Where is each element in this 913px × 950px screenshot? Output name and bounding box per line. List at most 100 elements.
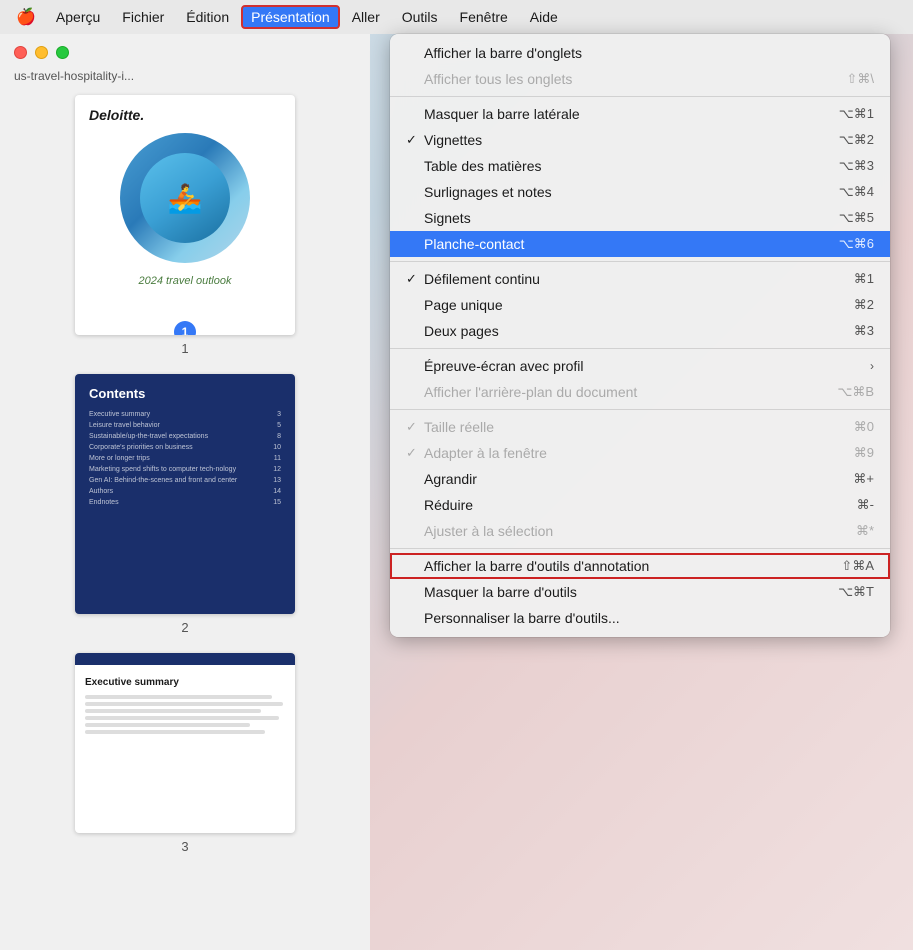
label-surlignages: Surlignages et notes <box>424 184 819 200</box>
menubar-fenetre[interactable]: Fenêtre <box>450 5 518 29</box>
p2-row-4: More or longer trips 11 <box>89 455 281 462</box>
sep-2 <box>390 261 890 262</box>
menu-page-unique[interactable]: Page unique ⌘2 <box>390 292 890 318</box>
menu-deux-pages[interactable]: Deux pages ⌘3 <box>390 318 890 344</box>
shortcut-page-unique: ⌘2 <box>854 297 874 313</box>
menu-adapter-fenetre[interactable]: ✓ Adapter à la fenêtre ⌘9 <box>390 440 890 466</box>
menubar-outils[interactable]: Outils <box>392 5 448 29</box>
menu-signets[interactable]: Signets ⌥⌘5 <box>390 205 890 231</box>
sep-5 <box>390 548 890 549</box>
page3-title: Executive summary <box>75 673 295 692</box>
p2-row-3: Corporate's priorities on business 10 <box>89 444 281 451</box>
shortcut-planche: ⌥⌘6 <box>839 236 874 252</box>
menu-ajuster-selection[interactable]: Ajuster à la sélection ⌘* <box>390 518 890 544</box>
shortcut-annotation: ⇧⌘A <box>841 558 874 574</box>
label-page-unique: Page unique <box>424 297 834 313</box>
p3-line-5 <box>85 723 250 727</box>
p3-line-1 <box>85 695 272 699</box>
label-arriere-plan: Afficher l'arrière-plan du document <box>424 384 817 400</box>
shortcut-adapter: ⌘9 <box>854 445 874 461</box>
menu-taille-reelle[interactable]: ✓ Taille réelle ⌘0 <box>390 414 890 440</box>
thumbnail-page3[interactable]: Executive summary 3 <box>14 653 356 854</box>
label-adapter: Adapter à la fenêtre <box>424 445 834 461</box>
shortcut-vignettes: ⌥⌘2 <box>839 132 874 148</box>
p2-row-1: Leisure travel behavior 5 <box>89 422 281 429</box>
shortcut-defilement: ⌘1 <box>854 271 874 287</box>
menu-surlignages[interactable]: Surlignages et notes ⌥⌘4 <box>390 179 890 205</box>
minimize-button[interactable] <box>35 46 48 59</box>
page1-logo: Deloitte. <box>75 95 295 129</box>
label-masquer-lat: Masquer la barre latérale <box>424 106 819 122</box>
menubar-edition[interactable]: Édition <box>176 5 239 29</box>
document-title: us-travel-hospitality-i... <box>0 69 370 91</box>
label-agrandir: Agrandir <box>424 471 833 487</box>
shortcut-signets: ⌥⌘5 <box>839 210 874 226</box>
p3-line-3 <box>85 709 261 713</box>
menu-afficher-annotation[interactable]: Afficher la barre d'outils d'annotation … <box>390 553 890 579</box>
p2-row-2: Sustainable/up-the-travel expectations 8 <box>89 433 281 440</box>
thumbnail-frame-1: Deloitte. 🚣 2024 travel outlook 1 <box>75 95 295 335</box>
page1-title: 2024 travel outlook <box>75 267 295 295</box>
menu-agrandir[interactable]: Agrandir ⌘+ <box>390 466 890 492</box>
label-tous-onglets: Afficher tous les onglets <box>424 71 826 87</box>
shortcut-agrandir: ⌘+ <box>853 471 874 487</box>
menu-masquer-barre-outils[interactable]: Masquer la barre d'outils ⌥⌘T <box>390 579 890 605</box>
menubar-fichier[interactable]: Fichier <box>112 5 174 29</box>
shortcut-surlignages: ⌥⌘4 <box>839 184 874 200</box>
shortcut-deux-pages: ⌘3 <box>854 323 874 339</box>
label-vignettes: Vignettes <box>424 132 819 148</box>
menu-masquer-barre-laterale[interactable]: Masquer la barre latérale ⌥⌘1 <box>390 101 890 127</box>
apple-menu[interactable]: 🍎 <box>8 3 44 31</box>
check-taille-reelle: ✓ <box>406 419 422 435</box>
page1-image: 🚣 <box>140 153 230 243</box>
label-table: Table des matières <box>424 158 819 174</box>
thumbnail-frame-3: Executive summary <box>75 653 295 833</box>
menubar-apercu[interactable]: Aperçu <box>46 5 110 29</box>
menu-table-matieres[interactable]: Table des matières ⌥⌘3 <box>390 153 890 179</box>
sidebar-content: Deloitte. 🚣 2024 travel outlook 1 1 Cont… <box>0 91 370 876</box>
thumbnail-page2[interactable]: Contents Executive summary 3 Leisure tra… <box>14 374 356 635</box>
page1-badge: 1 <box>174 321 196 335</box>
shortcut-reduire: ⌘- <box>857 497 874 513</box>
sep-3 <box>390 348 890 349</box>
p3-line-4 <box>85 716 279 720</box>
label-afficher-onglets: Afficher la barre d'onglets <box>424 45 854 61</box>
menubar-presentation[interactable]: Présentation <box>241 5 340 29</box>
label-planche: Planche-contact <box>424 236 819 252</box>
thumbnail-page1[interactable]: Deloitte. 🚣 2024 travel outlook 1 1 <box>14 95 356 356</box>
sep-1 <box>390 96 890 97</box>
page3-number: 3 <box>181 839 188 854</box>
page3-header <box>75 653 295 665</box>
menu-afficher-tous-onglets[interactable]: Afficher tous les onglets ⇧⌘\ <box>390 66 890 92</box>
shortcut-masquer-outils: ⌥⌘T <box>838 584 874 600</box>
label-signets: Signets <box>424 210 819 226</box>
menu-planche-contact[interactable]: Planche-contact ⌥⌘6 <box>390 231 890 257</box>
p2-row-5: Marketing spend shifts to computer tech-… <box>89 466 281 473</box>
menu-reduire[interactable]: Réduire ⌘- <box>390 492 890 518</box>
label-ajuster: Ajuster à la sélection <box>424 523 836 539</box>
check-defilement: ✓ <box>406 271 422 287</box>
close-button[interactable] <box>14 46 27 59</box>
label-personnaliser: Personnaliser la barre d'outils... <box>424 610 854 626</box>
maximize-button[interactable] <box>56 46 69 59</box>
menu-afficher-arriere-plan[interactable]: Afficher l'arrière-plan du document ⌥⌘B <box>390 379 890 405</box>
menubar: 🍎 Aperçu Fichier Édition Présentation Al… <box>0 0 913 34</box>
menu-defilement-continu[interactable]: ✓ Défilement continu ⌘1 <box>390 266 890 292</box>
check-adapter: ✓ <box>406 445 422 461</box>
label-epreuve: Épreuve-écran avec profil <box>424 358 870 374</box>
shortcut-ajuster: ⌘* <box>856 523 874 539</box>
menu-epreuve-ecran[interactable]: Épreuve-écran avec profil › <box>390 353 890 379</box>
sep-4 <box>390 409 890 410</box>
shortcut-taille-reelle: ⌘0 <box>854 419 874 435</box>
thumbnail-frame-2: Contents Executive summary 3 Leisure tra… <box>75 374 295 614</box>
p2-row-7: Authors 14 <box>89 488 281 495</box>
menu-vignettes[interactable]: ✓ Vignettes ⌥⌘2 <box>390 127 890 153</box>
menubar-aller[interactable]: Aller <box>342 5 390 29</box>
label-masquer-outils: Masquer la barre d'outils <box>424 584 818 600</box>
menubar-aide[interactable]: Aide <box>520 5 568 29</box>
check-vignettes: ✓ <box>406 132 422 148</box>
label-deux-pages: Deux pages <box>424 323 834 339</box>
menu-afficher-barre-onglets[interactable]: Afficher la barre d'onglets <box>390 40 890 66</box>
menu-personnaliser[interactable]: Personnaliser la barre d'outils... <box>390 605 890 631</box>
label-defilement: Défilement continu <box>424 271 834 287</box>
